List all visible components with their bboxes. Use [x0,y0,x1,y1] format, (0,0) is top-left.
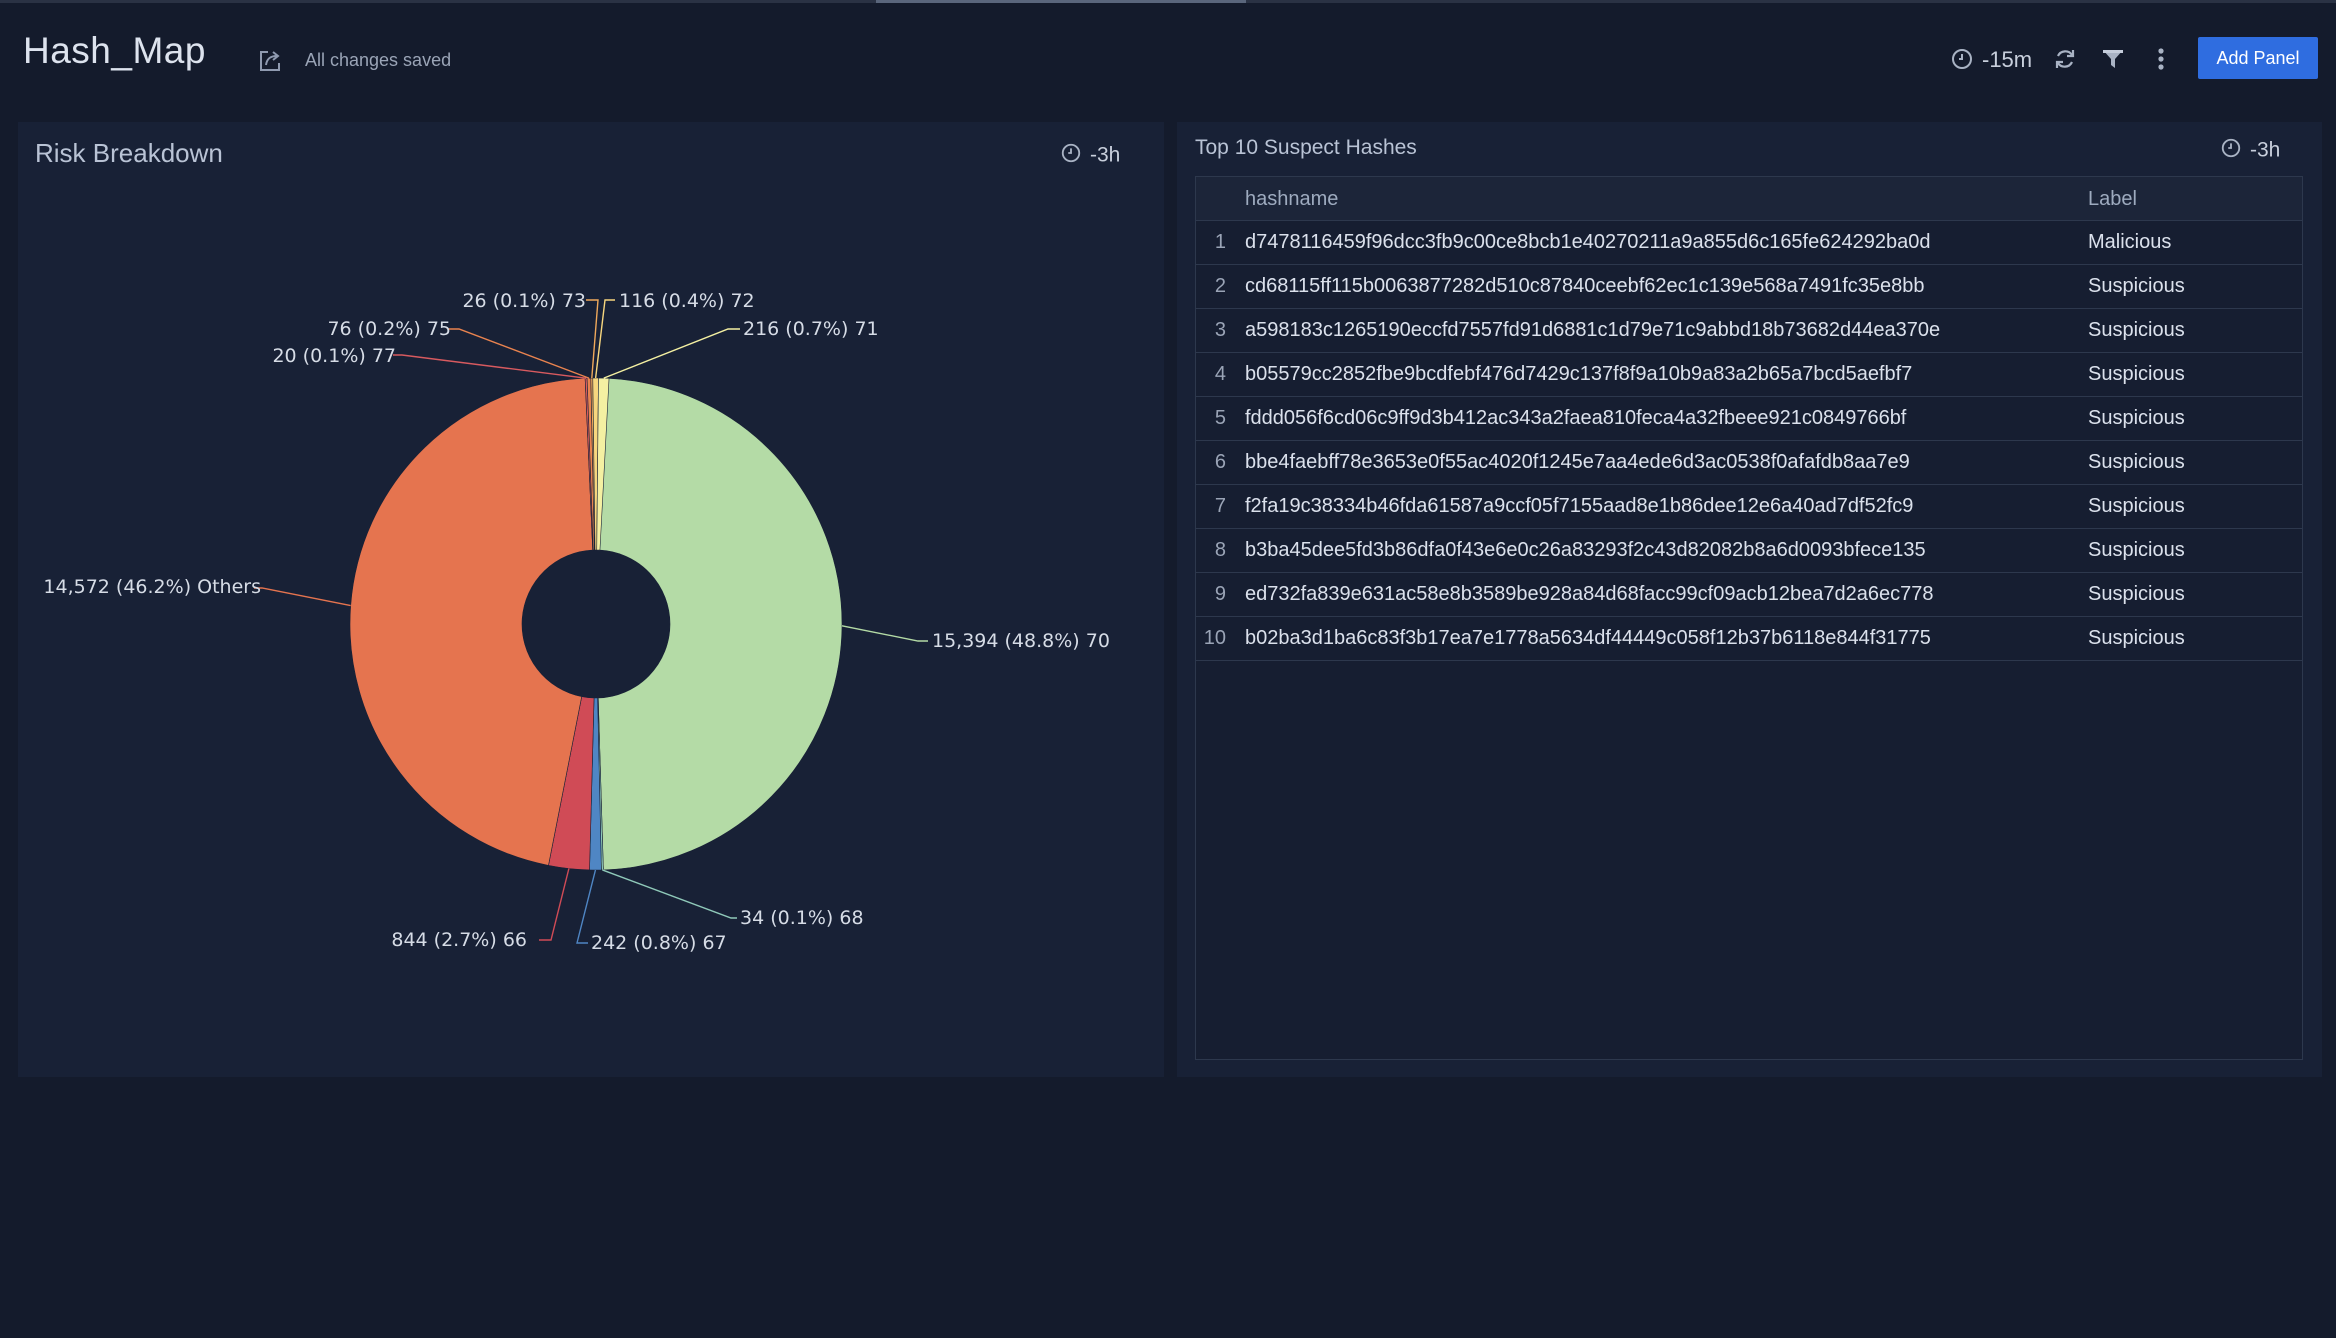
slice-label-70: 15,394 (48.8%) 70 [932,630,1110,652]
table-row[interactable]: 9 ed732fa839e631ac58e8b3589be928a84d68fac… [1196,573,2302,617]
label-cell: Suspicious [2088,451,2185,473]
dashboard-title[interactable]: Hash_Map [23,30,206,72]
hash-cell[interactable]: b02ba3d1ba6c83f3b17ea7e1778a5634df44449c… [1245,627,1931,650]
leader-line-others [254,587,351,607]
slice-label-66: 844 (2.7%) 66 [391,929,527,951]
label-cell: Suspicious [2088,539,2185,561]
table-row[interactable]: 4 b05579cc2852fbe9bcdfebf476d7429c137f8f9… [1196,353,2302,397]
leader-line-70 [841,625,928,642]
slice-label-68: 34 (0.1%) 68 [740,907,864,929]
hash-cell[interactable]: bbe4faebff78e3653e0f55ac4020f1245e7aa4ed… [1245,451,1910,474]
table-row[interactable]: 5 fddd056f6cd06c9ff9d3b412ac343a2faea810f… [1196,397,2302,441]
table-row[interactable]: 7 f2fa19c38334b46fda61587a9ccf05f7155aad8… [1196,485,2302,529]
dashboard-header: Hash_Map All changes saved -15m Add Pane… [0,3,2336,113]
slice-label-75: 76 (0.2%) 75 [327,318,451,340]
panel-time-label: -3h [2250,138,2281,162]
leader-line-73 [586,299,599,379]
row-index: 1 [1214,231,1226,253]
clock-icon [2220,137,2242,165]
hash-cell[interactable]: a598183c1265190eccfd7557fd91d6881c1d79e7… [1245,319,1940,342]
row-index: 5 [1214,407,1226,429]
slice-label-72: 116 (0.4%) 72 [619,290,755,312]
row-index: 7 [1214,495,1226,517]
leader-line-75 [448,328,590,379]
hash-cell[interactable]: cd68115ff115b0063877282d510c87840ceebf62… [1245,275,1925,298]
refresh-icon[interactable] [2050,44,2080,74]
label-cell: Suspicious [2088,583,2185,605]
pie-slice-70[interactable] [597,377,843,871]
label-cell: Suspicious [2088,319,2185,341]
row-index: 8 [1214,539,1226,561]
row-index: 4 [1214,363,1226,385]
hash-cell[interactable]: ed732fa839e631ac58e8b3589be928a84d68facc… [1245,583,1933,606]
row-index: 10 [1203,627,1226,649]
row-index: 2 [1214,275,1226,297]
leader-line-68 [602,869,737,919]
panel-title: Top 10 Suspect Hashes [1195,136,1417,159]
leader-line-66 [539,868,570,941]
pie-slice-others[interactable] [349,377,594,866]
hash-cell[interactable]: fddd056f6cd06c9ff9d3b412ac343a2faea810fe… [1245,407,1906,430]
table-row[interactable]: 6 bbe4faebff78e3653e0f55ac4020f1245e7aa4e… [1196,441,2302,485]
label-cell: Suspicious [2088,363,2185,385]
time-range-selector[interactable]: -15m [1982,47,2032,73]
hashes-table: hashname Label 1 d7478116459f96dcc3fb9c00… [1195,176,2303,1060]
table-row[interactable]: 8 b3ba45dee5fd3b86dfa0f43e6e0c26a83293f2c… [1196,529,2302,573]
risk-breakdown-chart: 15,394 (48.8%) 70 34 (0.1%) 68 242 (0.8%) … [43,290,1110,954]
hash-cell[interactable]: b05579cc2852fbe9bcdfebf476d7429c137f8f9a… [1245,363,1912,386]
table-row[interactable]: 3 a598183c1265190eccfd7557fd91d6881c1d79e… [1196,309,2302,353]
add-panel-button[interactable]: Add Panel [2198,37,2318,79]
row-index: 9 [1214,583,1226,605]
column-header-label[interactable]: Label [2088,188,2137,211]
panel-time-range[interactable]: -3h [2220,137,2280,165]
panel-time-range[interactable]: -3h [1060,142,1120,170]
more-options-icon[interactable] [2146,44,2176,74]
slice-label-others: 14,572 (46.2%) Others [43,576,261,598]
clock-icon [1060,142,1082,170]
slice-label-67: 242 (0.8%) 67 [591,932,727,954]
clock-icon[interactable] [1950,47,1974,71]
panel-title: Risk Breakdown [35,138,223,168]
hash-cell[interactable]: d7478116459f96dcc3fb9c00ce8bcb1e40270211… [1245,231,1930,254]
label-cell: Suspicious [2088,627,2185,649]
label-cell: Malicious [2088,231,2172,253]
risk-breakdown-panel: 15,394 (48.8%) 70 34 (0.1%) 68 242 (0.8%) … [18,122,1164,1077]
leader-line-71 [603,328,740,379]
row-index: 6 [1214,451,1226,473]
row-index: 3 [1214,319,1226,341]
table-row[interactable]: 10 b02ba3d1ba6c83f3b17ea7e1778a5634df4444… [1196,617,2302,661]
hash-cell[interactable]: f2fa19c38334b46fda61587a9ccf05f7155aad8e… [1245,495,1913,518]
table-header: hashname Label [1196,177,2302,221]
slice-label-73: 26 (0.1%) 73 [462,290,586,312]
panel-time-label: -3h [1090,143,1121,167]
filter-icon[interactable] [2098,44,2128,74]
suspect-hashes-panel: Top 10 Suspect Hashes -3h hashname Label… [1177,122,2322,1077]
table-row[interactable]: 1 d7478116459f96dcc3fb9c00ce8bcb1e4027021… [1196,221,2302,265]
hash-cell[interactable]: b3ba45dee5fd3b86dfa0f43e6e0c26a83293f2c4… [1245,539,1926,562]
label-cell: Suspicious [2088,275,2185,297]
slice-label-77: 20 (0.1%) 77 [272,345,396,367]
label-cell: Suspicious [2088,407,2185,429]
column-header-hashname[interactable]: hashname [1245,188,1338,211]
table-row[interactable]: 2 cd68115ff115b0063877282d510c87840ceebf6… [1196,265,2302,309]
label-cell: Suspicious [2088,495,2185,517]
leader-line-72 [594,299,615,379]
slice-label-71: 216 (0.7%) 71 [743,318,879,340]
share-icon[interactable] [256,47,284,75]
save-status: All changes saved [305,50,452,70]
